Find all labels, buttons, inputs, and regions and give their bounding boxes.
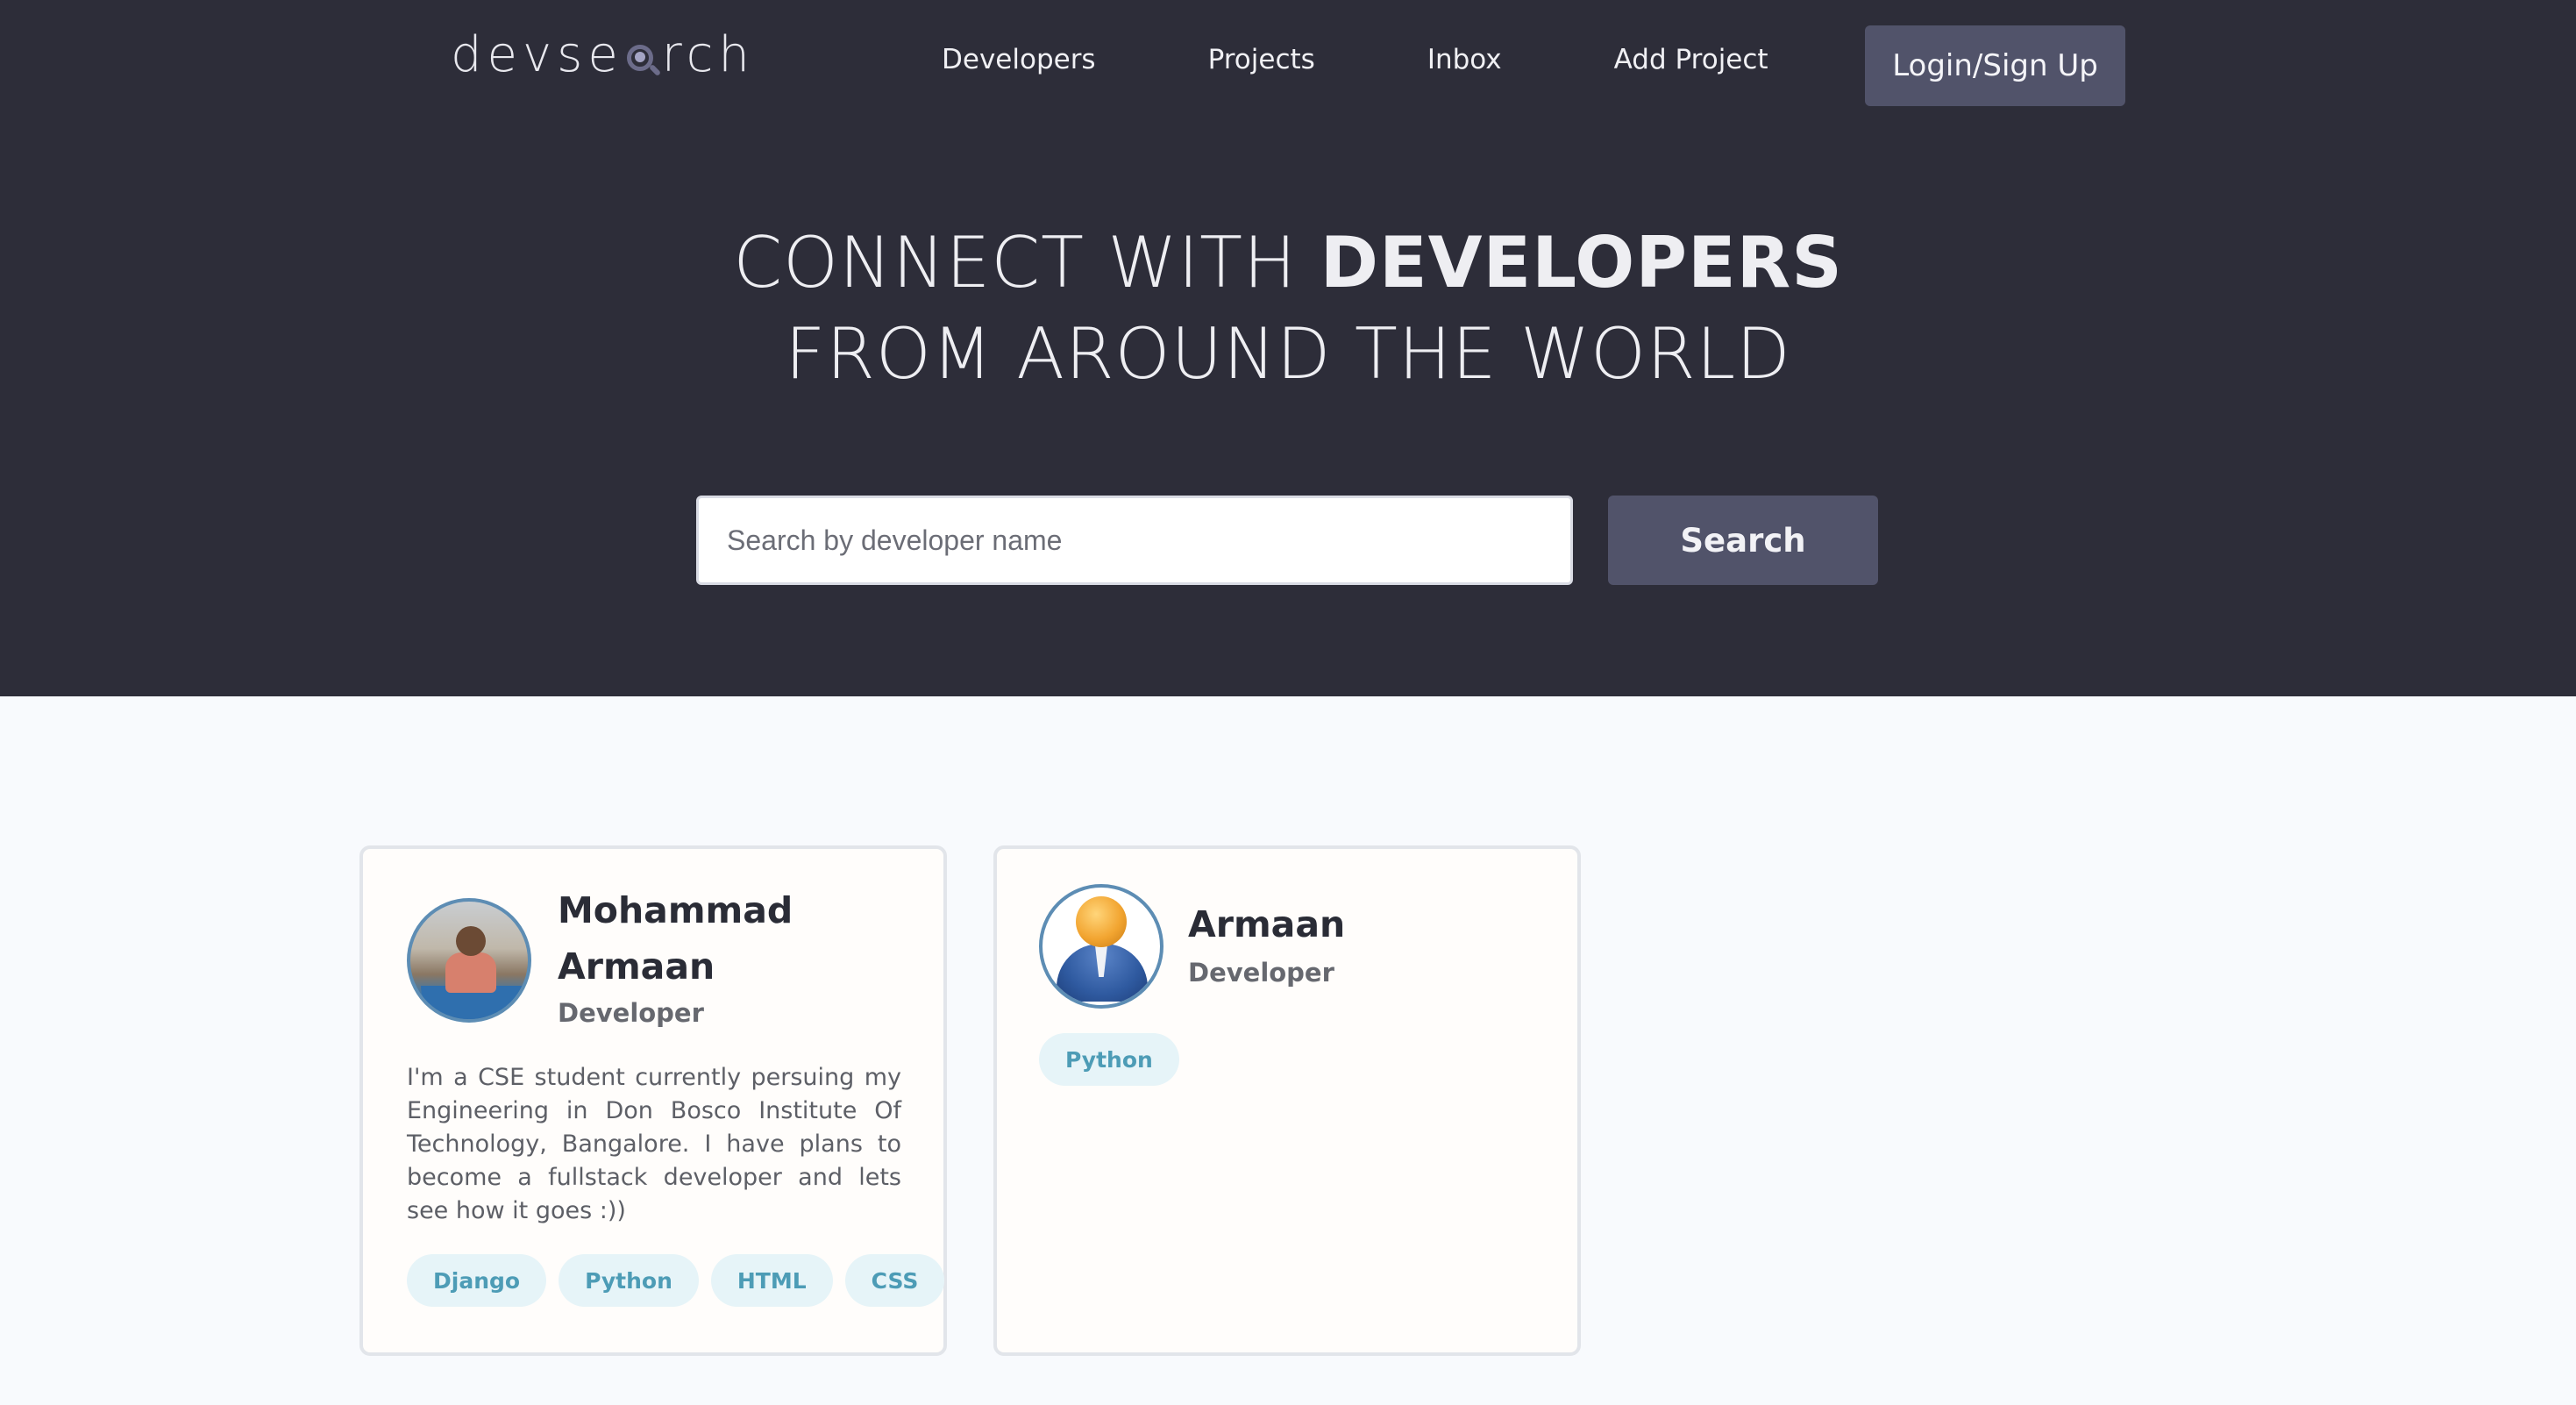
developer-role: Developer (1188, 958, 1334, 988)
skill-tag: Django (407, 1254, 547, 1307)
developer-name[interactable]: Mohammad Armaan (558, 882, 926, 995)
main-nav: Developers Projects Inbox Add Project (942, 44, 1768, 75)
hero-line2: FROM AROUND THE WORLD (785, 313, 1791, 395)
logo-text-start: devse (451, 26, 623, 83)
login-signup-button[interactable]: Login/Sign Up (1865, 25, 2125, 106)
search-input[interactable] (696, 496, 1573, 585)
nav-developers[interactable]: Developers (942, 44, 1096, 75)
developer-card[interactable]: Armaan Developer Python (993, 845, 1581, 1356)
nav-inbox[interactable]: Inbox (1427, 44, 1502, 75)
logo[interactable]: devse rch (451, 26, 755, 83)
nav-add-project[interactable]: Add Project (1614, 44, 1768, 75)
logo-text-end: rch (661, 26, 755, 83)
skill-tags: Python (1039, 1033, 1179, 1086)
magnifier-icon (625, 36, 661, 76)
developer-card[interactable]: Mohammad Armaan Developer I'm a CSE stud… (359, 845, 947, 1356)
hero-line1-bold: DEVELOPERS (1320, 222, 1843, 303)
hero-section: devse rch Developers Projects Inbox Add … (0, 0, 2576, 696)
hero-title: CONNECT WITH DEVELOPERS FROM AROUND THE … (0, 218, 2576, 400)
skill-tag: HTML (710, 1254, 833, 1307)
skill-tag: Python (1039, 1033, 1179, 1086)
developer-name[interactable]: Armaan (1188, 896, 1556, 952)
skill-tag: Python (559, 1254, 699, 1307)
developer-role: Developer (558, 998, 704, 1028)
default-avatar-icon (1039, 884, 1163, 1009)
avatar (407, 898, 531, 1023)
hero-line1-light: CONNECT WITH (733, 222, 1320, 303)
nav-projects[interactable]: Projects (1208, 44, 1315, 75)
skill-tag: CSS (844, 1254, 945, 1307)
developer-bio: I'm a CSE student currently persuing my … (407, 1064, 901, 1224)
search-button[interactable]: Search (1608, 496, 1878, 585)
skill-tags: Django Python HTML CSS (407, 1254, 945, 1307)
